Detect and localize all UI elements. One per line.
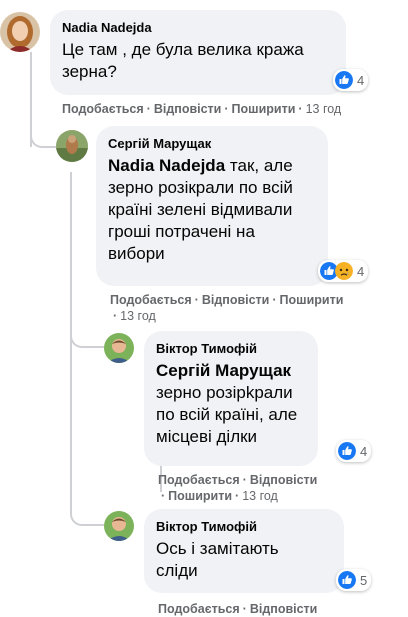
reaction-count: 5 bbox=[360, 572, 368, 588]
timestamp[interactable]: 13 год bbox=[120, 309, 156, 323]
share-button[interactable]: Поширити bbox=[280, 293, 344, 307]
like-button[interactable]: Подобається bbox=[62, 102, 144, 116]
avatar-photo bbox=[104, 511, 134, 541]
comment-actions: Подобається · Відповісти · Поширити · 13 год bbox=[62, 102, 342, 116]
comment-author[interactable]: Віктор Тимофій bbox=[156, 340, 306, 357]
thread-connector bbox=[30, 126, 56, 148]
comment-actions: Подобається · Відповісти · Поширити · 13 год bbox=[158, 473, 318, 503]
sad-reaction-icon bbox=[335, 262, 353, 280]
reply-button[interactable]: Відповісти bbox=[250, 473, 318, 487]
comment-bubble: Сергій Марущак Nadia Nadejda так, але зе… bbox=[96, 126, 328, 286]
like-reaction-icon bbox=[338, 442, 356, 460]
comment-author[interactable]: Віктор Тимофій bbox=[156, 518, 332, 535]
share-button[interactable]: Поширити bbox=[168, 489, 232, 503]
comment-author[interactable]: Сергій Марущак bbox=[108, 135, 316, 152]
comment-actions: Подобається · Відповісти bbox=[158, 602, 318, 616]
comment-bubble: Віктор Тимофій Ось і замітають сліди bbox=[144, 509, 344, 593]
avatar-photo bbox=[0, 12, 40, 52]
mention-link[interactable]: Сергій Марущак bbox=[156, 361, 291, 380]
reply-button[interactable]: Відповісти bbox=[154, 102, 222, 116]
thread-connector bbox=[70, 500, 104, 526]
avatar-photo bbox=[104, 333, 134, 363]
comment-bubble: Віктор Тимофій Сергій Марущак зерно розі… bbox=[144, 331, 318, 466]
avatar[interactable] bbox=[56, 130, 88, 162]
comment-author[interactable]: Nadia Nadejda bbox=[62, 19, 334, 36]
timestamp[interactable]: 13 год bbox=[306, 102, 342, 116]
reaction-count: 4 bbox=[357, 72, 365, 88]
reaction-summary[interactable]: 4 bbox=[333, 69, 369, 91]
like-button[interactable]: Подобається bbox=[158, 473, 240, 487]
avatar[interactable] bbox=[104, 333, 134, 363]
reaction-summary[interactable]: 5 bbox=[336, 569, 372, 591]
comment-text: зерно розірkрали по всій країні, але міс… bbox=[156, 383, 298, 446]
like-reaction-icon bbox=[338, 571, 356, 589]
reply-button[interactable]: Відповісти bbox=[250, 602, 318, 616]
like-reaction-icon bbox=[335, 71, 353, 89]
avatar-photo bbox=[56, 130, 88, 162]
reply-button[interactable]: Відповісти bbox=[202, 293, 270, 307]
timestamp[interactable]: 13 год bbox=[242, 489, 278, 503]
avatar[interactable] bbox=[104, 511, 134, 541]
comment-actions: Подобається · Відповісти · Поширити · 13 год bbox=[110, 293, 344, 323]
comment-text: Це там , де була велика кража зерна? bbox=[62, 40, 304, 81]
reaction-summary[interactable]: 4 bbox=[336, 440, 372, 462]
share-button[interactable]: Поширити bbox=[232, 102, 296, 116]
like-button[interactable]: Подобається bbox=[158, 602, 240, 616]
thread-connector bbox=[70, 320, 104, 348]
reaction-count: 4 bbox=[357, 263, 365, 279]
avatar[interactable] bbox=[0, 12, 40, 52]
reaction-count: 4 bbox=[360, 443, 368, 459]
comment-text: Ось і замітають сліди bbox=[156, 539, 279, 580]
reaction-summary[interactable]: 4 bbox=[318, 260, 369, 282]
like-button[interactable]: Подобається bbox=[110, 293, 192, 307]
comment-bubble: Nadia Nadejda Це там , де була велика кр… bbox=[50, 10, 346, 95]
mention-link[interactable]: Nadia Nadejda bbox=[108, 156, 225, 175]
